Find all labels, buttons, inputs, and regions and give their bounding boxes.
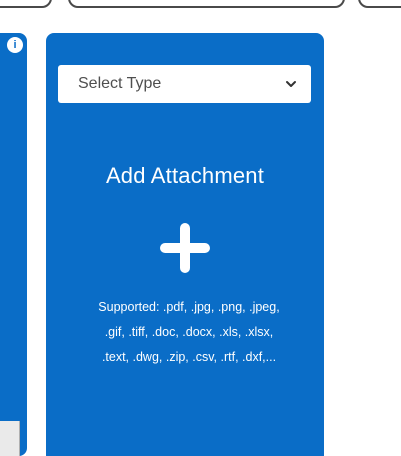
page: i Select Type Add Attachment Supported: … bbox=[0, 0, 401, 456]
supported-line: .gif, .tiff, .doc, .docx, .xls, .xlsx, bbox=[104, 325, 274, 339]
top-field-right[interactable] bbox=[358, 0, 401, 8]
attachment-type-select[interactable]: Select Type bbox=[58, 65, 311, 103]
previous-card-field[interactable] bbox=[0, 421, 20, 456]
add-attachment-card[interactable]: Select Type Add Attachment Supported: .p… bbox=[46, 33, 324, 456]
plus-icon[interactable] bbox=[158, 221, 212, 275]
attachment-type-selected-label: Select Type bbox=[78, 75, 162, 92]
top-field-left[interactable] bbox=[0, 0, 52, 8]
info-icon[interactable]: i bbox=[7, 37, 23, 53]
previous-attachment-card: i bbox=[0, 33, 27, 456]
supported-line: .text, .dwg, .zip, .csv, .rtf, .dxf,... bbox=[101, 350, 277, 364]
add-attachment-title: Add Attachment bbox=[105, 163, 265, 188]
chevron-down-icon bbox=[286, 81, 296, 87]
supported-file-types: Supported: .pdf, .jpg, .png, .jpeg, .gif… bbox=[74, 295, 304, 370]
supported-line: Supported: .pdf, .jpg, .png, .jpeg, bbox=[98, 300, 280, 314]
top-field-middle[interactable] bbox=[68, 0, 345, 8]
